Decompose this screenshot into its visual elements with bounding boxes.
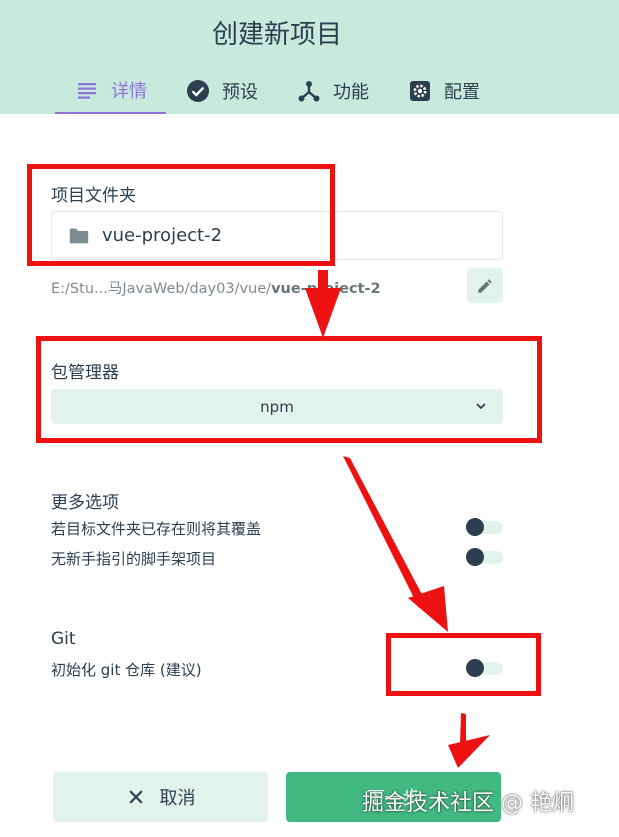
page-title: 创建新项目 (211, 20, 342, 50)
annotation-box-git (386, 633, 541, 696)
cancel-button[interactable]: 取消 (53, 772, 268, 822)
project-path-prefix: E:/Stu...马JavaWeb/day03/vue/ (51, 281, 272, 297)
pencil-icon (478, 278, 492, 293)
git-label: Git (51, 629, 76, 649)
close-icon (128, 790, 143, 804)
annotation-arrow-3 (448, 713, 490, 768)
toggle-knob (466, 548, 484, 566)
tab-config[interactable]: 配置 (408, 68, 480, 114)
annotation-box-folder (27, 164, 335, 266)
fork-icon (298, 81, 320, 102)
annotation-box-package-manager (36, 336, 542, 443)
toggle-knob (466, 518, 484, 536)
tab-features[interactable]: 功能 (297, 68, 369, 114)
watermark: 掘金技术社区 @ 艳炯 (362, 791, 574, 816)
more-options-label: 更多选项 (51, 493, 119, 513)
cancel-button-label: 取消 (159, 788, 196, 809)
tab-presets[interactable]: 预设 (186, 68, 258, 114)
header: 创建新项目 详情 预设 功能 配置 (0, 0, 619, 114)
option-no-guide-label: 无新手指引的脚手架项目 (51, 550, 217, 568)
option-overwrite-label: 若目标文件夹已存在则将其覆盖 (51, 520, 262, 538)
annotation-arrow-2 (343, 456, 448, 632)
tab-presets-label: 预设 (222, 82, 258, 103)
option-overwrite-toggle[interactable] (466, 518, 503, 536)
list-icon (78, 83, 96, 99)
tab-details[interactable]: 详情 (55, 68, 166, 114)
gear-icon (410, 81, 430, 101)
check-circle-icon (187, 80, 209, 102)
tab-features-label: 功能 (333, 82, 369, 103)
option-no-guide-toggle[interactable] (466, 548, 503, 566)
edit-path-button[interactable] (467, 268, 503, 303)
git-init-label: 初始化 git 仓库 (建议) (51, 661, 202, 679)
project-path: E:/Stu...马JavaWeb/day03/vue/vue-project-… (51, 277, 381, 298)
project-path-name: vue-project-2 (271, 281, 381, 297)
tab-config-label: 配置 (444, 82, 480, 103)
tab-details-label: 详情 (111, 81, 147, 102)
